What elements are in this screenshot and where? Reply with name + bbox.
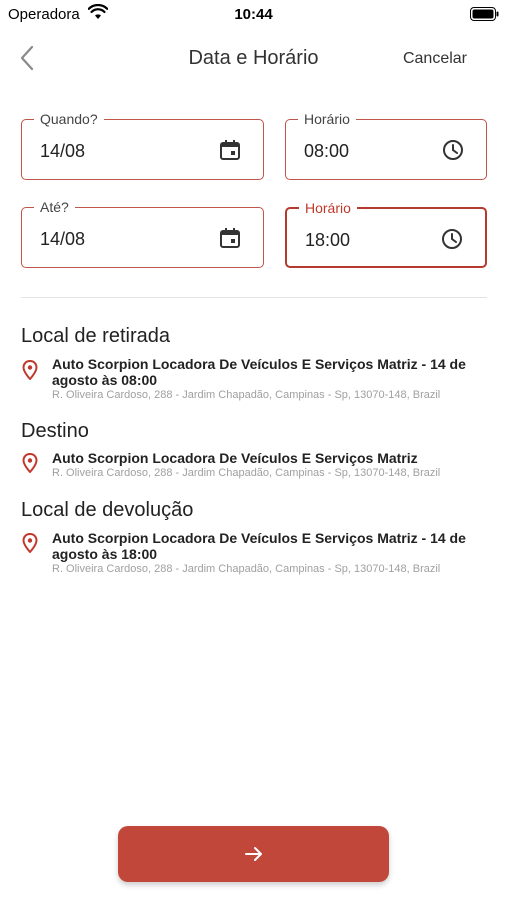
pickup-time-field[interactable]: Horário 08:00 (285, 110, 487, 180)
status-bar: Operadora 10:44 (0, 0, 507, 28)
return-time-value: 18:00 (305, 230, 351, 250)
arrow-right-icon (245, 847, 262, 861)
return-time-field[interactable]: Horário 18:00 (285, 199, 487, 268)
pickup-date-field[interactable]: Quando? 14/08 (21, 110, 264, 180)
divider (21, 297, 487, 298)
battery-icon (470, 7, 499, 21)
return-date-label: Até? (34, 198, 75, 216)
pickup-date-label: Quando? (34, 110, 104, 128)
pickup-location-address: R. Oliveira Cardoso, 288 - Jardim Chapad… (52, 389, 441, 401)
navigation-bar: Data e Horário Cancelar (0, 36, 507, 80)
destination-location-address: R. Oliveira Cardoso, 288 - Jardim Chapad… (52, 467, 441, 479)
destination-location-name: Auto Scorpion Locadora De Veículos E Ser… (52, 450, 418, 466)
cancel-button[interactable]: Cancelar (403, 50, 467, 68)
dropoff-location-address: R. Oliveira Cardoso, 288 - Jardim Chapad… (52, 563, 441, 575)
location-pin-icon (22, 533, 38, 553)
dropoff-section-title: Local de devolução (21, 499, 194, 521)
return-date-field[interactable]: Até? 14/08 (21, 198, 264, 268)
calendar-icon (220, 228, 240, 248)
calendar-icon (220, 140, 240, 160)
status-time: 10:44 (234, 6, 273, 23)
next-button[interactable] (118, 826, 389, 882)
pickup-section-title: Local de retirada (21, 325, 170, 347)
location-pin-icon (22, 453, 38, 473)
pickup-time-label: Horário (298, 110, 356, 128)
return-date-value: 14/08 (40, 229, 86, 249)
pickup-location-name: Auto Scorpion Locadora De Veículos E Ser… (52, 356, 466, 388)
clock-icon (442, 229, 462, 249)
pickup-date-value: 14/08 (40, 141, 86, 161)
destination-section-title: Destino (21, 420, 89, 442)
clock-icon (443, 140, 463, 160)
pickup-time-value: 08:00 (304, 141, 350, 161)
dropoff-location-name: Auto Scorpion Locadora De Veículos E Ser… (52, 530, 466, 562)
location-pin-icon (22, 360, 38, 380)
return-time-label: Horário (299, 199, 357, 217)
